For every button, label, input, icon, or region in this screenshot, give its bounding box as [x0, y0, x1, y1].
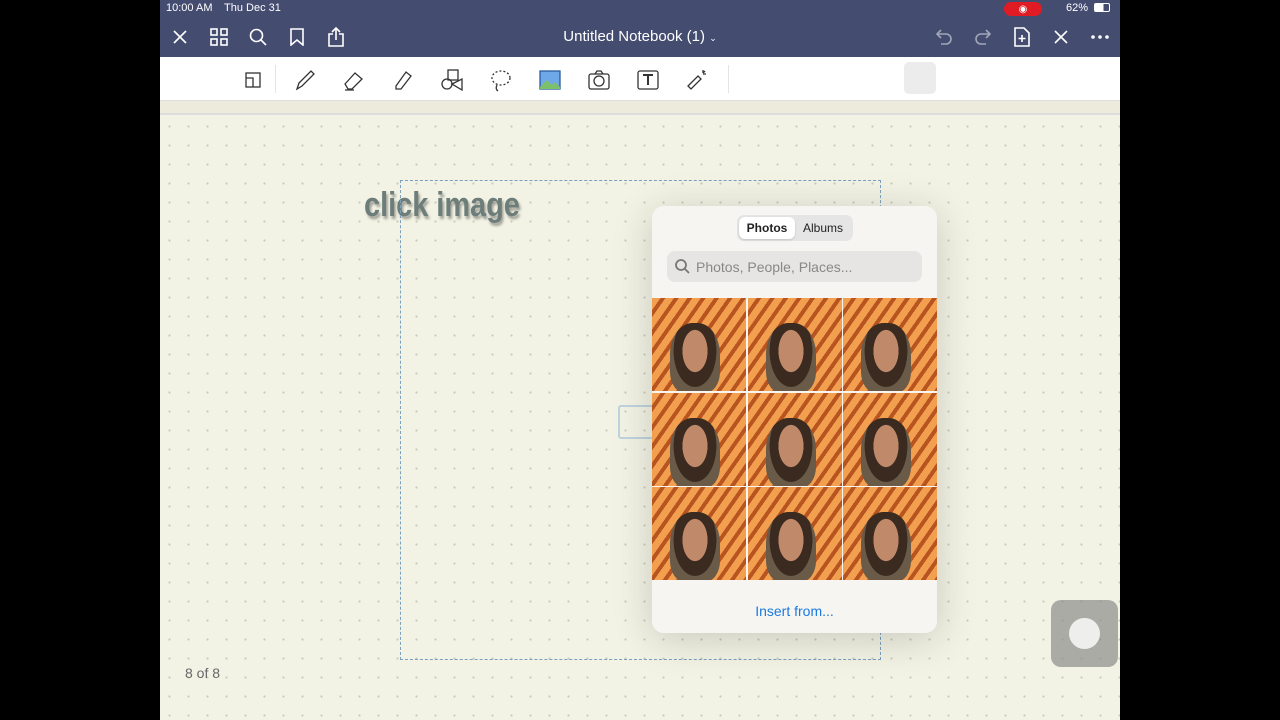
photo-thumbnail[interactable] [747, 487, 842, 580]
camera-tool[interactable] [586, 67, 612, 93]
photo-thumbnail[interactable] [843, 392, 937, 486]
read-mode-tool[interactable] [240, 67, 266, 93]
image-placeholder-icon[interactable] [904, 62, 936, 94]
add-page-button[interactable] [1011, 26, 1033, 48]
lasso-tool[interactable] [488, 67, 514, 93]
divider [728, 65, 729, 93]
shapes-tool[interactable] [439, 67, 465, 93]
top-nav-bar: 10:00 AM Thu Dec 31 ◉ 62% Untitled Noteb… [160, 0, 1120, 57]
photo-picker-popover: Photos Albums Photos, People, Places... … [652, 206, 937, 633]
photo-thumbnail[interactable] [652, 298, 746, 391]
tab-photos[interactable]: Photos [739, 217, 795, 239]
more-button[interactable] [1089, 26, 1111, 48]
highlighter-tool[interactable] [390, 67, 416, 93]
title-text: Untitled Notebook (1) [563, 28, 706, 45]
pen-mode-button[interactable] [1050, 26, 1072, 48]
chevron-down-icon: ⌄ [709, 33, 717, 43]
photos-albums-segmented-control: Photos Albums [737, 215, 853, 241]
page-edge [160, 101, 1120, 115]
eraser-tool[interactable] [341, 67, 367, 93]
photo-thumbnail[interactable] [747, 392, 842, 486]
undo-button[interactable] [933, 26, 955, 48]
image-placeholder-icon [618, 405, 654, 439]
search-icon [675, 259, 690, 274]
photo-grid [652, 298, 937, 580]
ipad-screen: 10:00 AM Thu Dec 31 ◉ 62% Untitled Noteb… [160, 0, 1120, 720]
assistive-touch-button[interactable] [1051, 600, 1118, 667]
status-date: Thu Dec 31 [224, 2, 281, 14]
status-time: 10:00 AM [166, 2, 213, 14]
screen-recording-icon: ◉ [1004, 2, 1042, 16]
divider [275, 65, 276, 93]
battery-icon [1094, 3, 1110, 12]
photo-thumbnail[interactable] [652, 487, 746, 580]
photo-thumbnail[interactable] [843, 487, 937, 580]
photo-thumbnail[interactable] [652, 392, 746, 486]
photo-thumbnail[interactable] [747, 298, 842, 391]
page-indicator: 8 of 8 [185, 665, 221, 681]
redo-button[interactable] [972, 26, 994, 48]
pen-tool[interactable] [292, 67, 318, 93]
text-tool[interactable] [635, 67, 661, 93]
photo-thumbnail[interactable] [843, 298, 937, 391]
laser-pointer-tool[interactable] [684, 67, 710, 93]
insert-from-button[interactable]: Insert from... [652, 589, 937, 633]
tab-albums[interactable]: Albums [795, 217, 851, 239]
tool-bar [160, 57, 1120, 101]
photo-search-input[interactable]: Photos, People, Places... [667, 251, 922, 282]
search-placeholder: Photos, People, Places... [696, 258, 853, 275]
battery-percent: 62% [1066, 2, 1089, 14]
image-tool[interactable] [537, 67, 563, 93]
